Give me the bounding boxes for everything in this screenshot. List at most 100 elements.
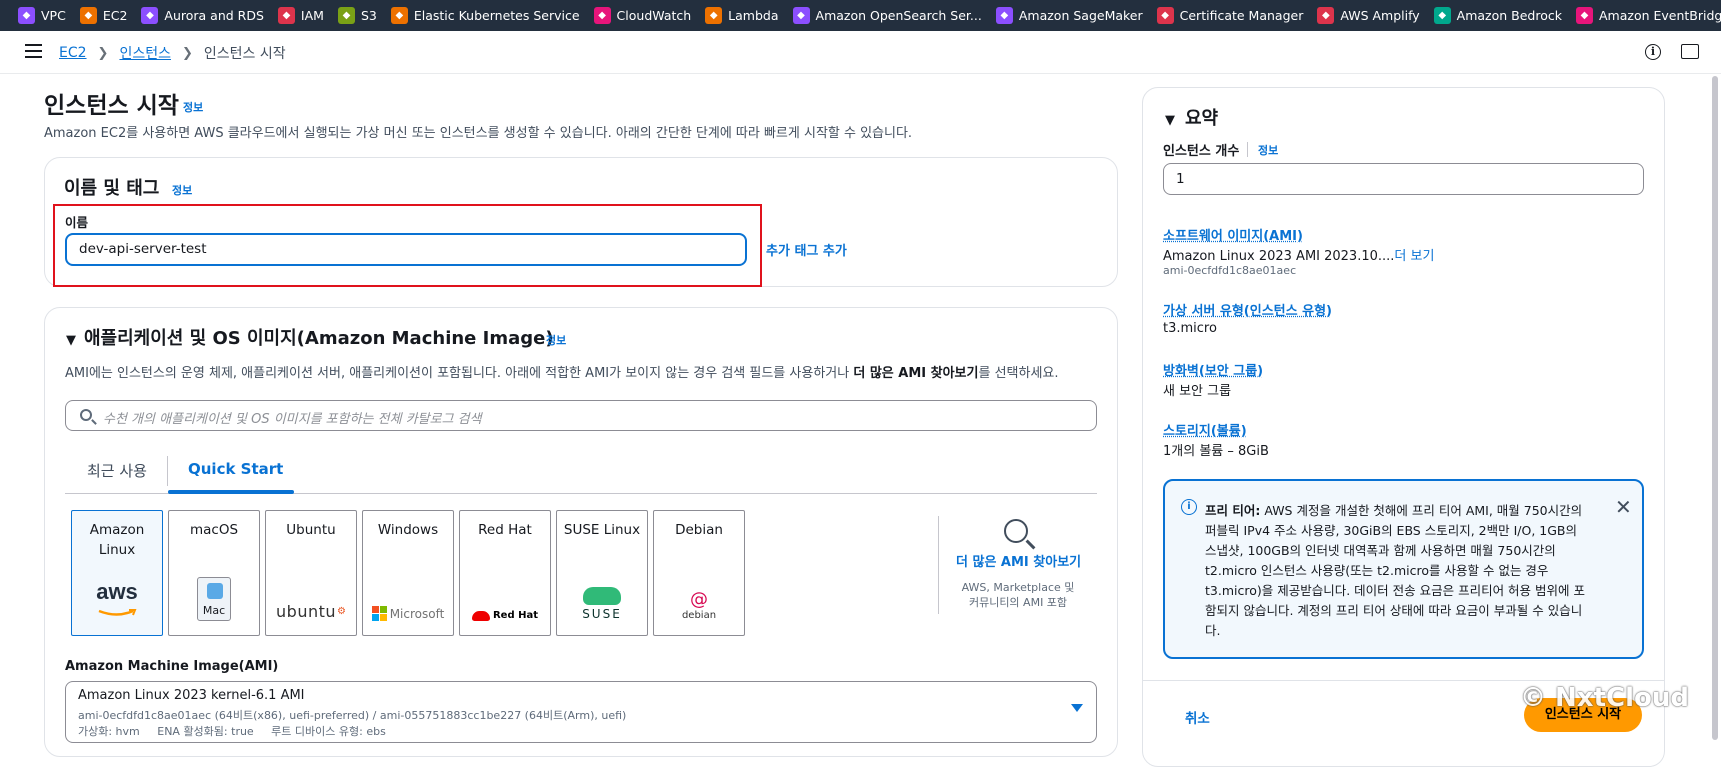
microsoft-logo-icon: Microsoft — [363, 606, 453, 621]
favorite-label: Aurora and RDS — [164, 8, 264, 23]
tab-quick-start[interactable]: Quick Start — [188, 460, 283, 478]
cloudwatch-icon: ◆ — [593, 7, 611, 24]
favorite-vpc[interactable]: ◆ VPC — [18, 7, 66, 24]
chevron-right-icon: ❯ — [181, 45, 193, 61]
summary-firewall-link[interactable]: 방화벽(보안 그룹) — [1163, 360, 1263, 379]
favorite-eventbridge[interactable]: ◆ Amazon EventBridge — [1576, 7, 1721, 24]
ami-description-suffix: 를 선택하세요. — [978, 366, 1059, 381]
debian-logo-text: debian — [681, 610, 717, 621]
ami-info-link[interactable]: 정보 — [546, 332, 566, 348]
favorite-iam[interactable]: ◆ IAM — [277, 7, 324, 24]
caret-down-icon — [1071, 704, 1083, 712]
favorites-bar: ◆ VPC ◆ EC2 ◆ Aurora and RDS ◆ IAM ◆ S3 ◆ Elastic K… — [0, 0, 1721, 31]
ami-select[interactable]: Amazon Linux 2023 kernel-6.1 AMI ami-0ec… — [65, 681, 1097, 743]
summary-software-value: Amazon Linux 2023 AMI 2023.10....더 보기 — [1163, 245, 1434, 264]
os-option-amazon-linux[interactable]: Amazon Linux aws — [71, 510, 163, 636]
os-name: macOS — [189, 522, 239, 538]
favorite-cloudwatch[interactable]: ◆ CloudWatch — [593, 7, 692, 24]
ami-description-text: AMI에는 인스턴스의 운영 체제, 애플리케이션 서버, 애플리케이션이 포함… — [65, 366, 854, 381]
cancel-button[interactable]: 취소 — [1185, 707, 1210, 727]
favorite-rds[interactable]: ◆ Aurora and RDS — [141, 7, 264, 24]
debian-logo-icon: @ debian — [654, 590, 744, 622]
active-tab-indicator — [168, 490, 294, 494]
favorite-label: Amazon OpenSearch Ser... — [815, 8, 982, 23]
ami-description-bold: 더 많은 AMI 찾아보기 — [853, 366, 979, 381]
ami-selected-title: Amazon Linux 2023 kernel-6.1 AMI — [78, 688, 305, 703]
os-name: Red Hat — [478, 522, 532, 538]
ami-title-text: 애플리케이션 및 OS 이미지(Amazon Machine Image) — [84, 328, 554, 349]
menu-icon[interactable] — [25, 44, 42, 58]
instance-count-input[interactable]: 1 — [1163, 163, 1644, 195]
page-info-link[interactable]: 정보 — [183, 99, 203, 115]
feedback-icon[interactable] — [1681, 44, 1699, 59]
os-option-suse[interactable]: SUSE Linux SUSE — [556, 510, 648, 636]
acm-icon: ◆ — [1156, 7, 1174, 24]
favorite-label: Certificate Manager — [1179, 8, 1304, 23]
favorite-acm[interactable]: ◆ Certificate Manager — [1156, 7, 1304, 24]
page-title: 인스턴스 시작 — [44, 93, 179, 119]
eventbridge-icon: ◆ — [1576, 7, 1593, 24]
favorite-eks[interactable]: ◆ Elastic Kubernetes Service — [390, 7, 580, 24]
mac-logo-text: Mac — [202, 604, 226, 617]
favorite-lambda[interactable]: ◆ Lambda — [705, 7, 779, 24]
favorite-opensearch[interactable]: ◆ Amazon OpenSearch Ser... — [792, 7, 982, 24]
favorite-s3[interactable]: ◆ S3 — [337, 7, 377, 24]
caret-down-icon: ▼ — [1165, 113, 1175, 128]
os-option-debian[interactable]: Debian @ debian — [653, 510, 745, 636]
name-tags-info-link[interactable]: 정보 — [172, 182, 192, 198]
free-tier-text: 프리 티어: AWS 계정을 개설한 첫해에 프리 티어 AMI, 매월 750… — [1205, 501, 1590, 641]
opensearch-icon: ◆ — [792, 7, 810, 24]
os-name: SUSE Linux — [563, 522, 641, 538]
ami-select-label: Amazon Machine Image(AMI) — [65, 659, 279, 674]
favorite-label: Amazon SageMaker — [1018, 8, 1143, 23]
name-input[interactable]: dev-api-server-test — [65, 233, 747, 266]
breadcrumb-bar: EC2 ❯ 인스턴스 ❯ 인스턴스 시작 i — [0, 31, 1721, 74]
breadcrumb-ec2[interactable]: EC2 — [59, 45, 87, 61]
name-label: 이름 — [65, 215, 89, 230]
favorite-amplify[interactable]: ◆ AWS Amplify — [1317, 7, 1420, 24]
favorite-label: Amazon EventBridge — [1599, 8, 1721, 23]
tab-recent[interactable]: 최근 사용 — [87, 460, 147, 481]
chevron-right-icon: ❯ — [97, 45, 109, 61]
ami-title[interactable]: ▼ 애플리케이션 및 OS 이미지(Amazon Machine Image) — [66, 324, 554, 350]
favorite-label: CloudWatch — [616, 8, 692, 23]
close-icon[interactable]: ✕ — [1615, 495, 1632, 519]
favorite-label: IAM — [300, 8, 324, 23]
summary-footer-divider — [1143, 680, 1664, 681]
os-option-macos[interactable]: macOS Mac — [168, 510, 260, 636]
page-scrollbar[interactable] — [1712, 76, 1718, 740]
suse-logo-text: SUSE — [582, 607, 622, 621]
instance-count-info-link[interactable]: 정보 — [1258, 142, 1278, 158]
summary-software-id: ami-0ecfdfd1c8ae01aec — [1163, 264, 1297, 277]
summary-title[interactable]: ▼ 요약 — [1165, 104, 1218, 130]
finder-icon — [207, 583, 223, 599]
favorite-label: S3 — [360, 8, 377, 23]
aws-logo-icon: aws — [72, 579, 162, 621]
favorite-ec2[interactable]: ◆ EC2 — [79, 7, 127, 24]
favorite-sagemaker[interactable]: ◆ Amazon SageMaker — [995, 7, 1143, 24]
info-icon[interactable]: i — [1645, 44, 1661, 60]
suse-logo-icon: SUSE — [557, 587, 647, 621]
more-ami-divider — [938, 516, 939, 614]
summary-software-more-link[interactable]: 더 보기 — [1394, 249, 1434, 264]
page-description: Amazon EC2를 사용하면 AWS 클라우드에서 실행되는 가상 머신 또… — [44, 126, 913, 141]
os-option-windows[interactable]: Windows Microsoft — [362, 510, 454, 636]
breadcrumb-instances[interactable]: 인스턴스 — [119, 43, 171, 63]
browse-more-ami-link[interactable]: 더 많은 AMI 찾아보기 — [956, 551, 1081, 570]
favorite-bedrock[interactable]: ◆ Amazon Bedrock — [1433, 7, 1562, 24]
summary-instance-type-link[interactable]: 가상 서버 유형(인스턴스 유형) — [1163, 300, 1332, 319]
ami-selected-ids: ami-0ecfdfd1c8ae01aec (64비트(x86), uefi-p… — [78, 709, 627, 722]
amplify-icon: ◆ — [1317, 7, 1335, 24]
aws-logo-text: aws — [96, 579, 138, 604]
name-tags-title: 이름 및 태그 — [64, 178, 160, 199]
chameleon-icon — [582, 587, 621, 605]
summary-software-link[interactable]: 소프트웨어 이미지(AMI) — [1163, 225, 1303, 244]
add-tags-link[interactable]: 추가 태그 추가 — [766, 240, 847, 259]
ami-description: AMI에는 인스턴스의 운영 체제, 애플리케이션 서버, 애플리케이션이 포함… — [65, 362, 1059, 381]
summary-storage-link[interactable]: 스토리지(볼륨) — [1163, 420, 1247, 439]
os-option-ubuntu[interactable]: Ubuntu ubuntu ⚙ — [265, 510, 357, 636]
aws-smile-icon — [98, 609, 137, 616]
magnifier-icon[interactable] — [1004, 519, 1028, 543]
os-option-redhat[interactable]: Red Hat Red Hat — [459, 510, 551, 636]
ami-search-input[interactable]: 수천 개의 애플리케이션 및 OS 이미지를 포함하는 전체 카탈로그 검색 — [65, 400, 1097, 431]
